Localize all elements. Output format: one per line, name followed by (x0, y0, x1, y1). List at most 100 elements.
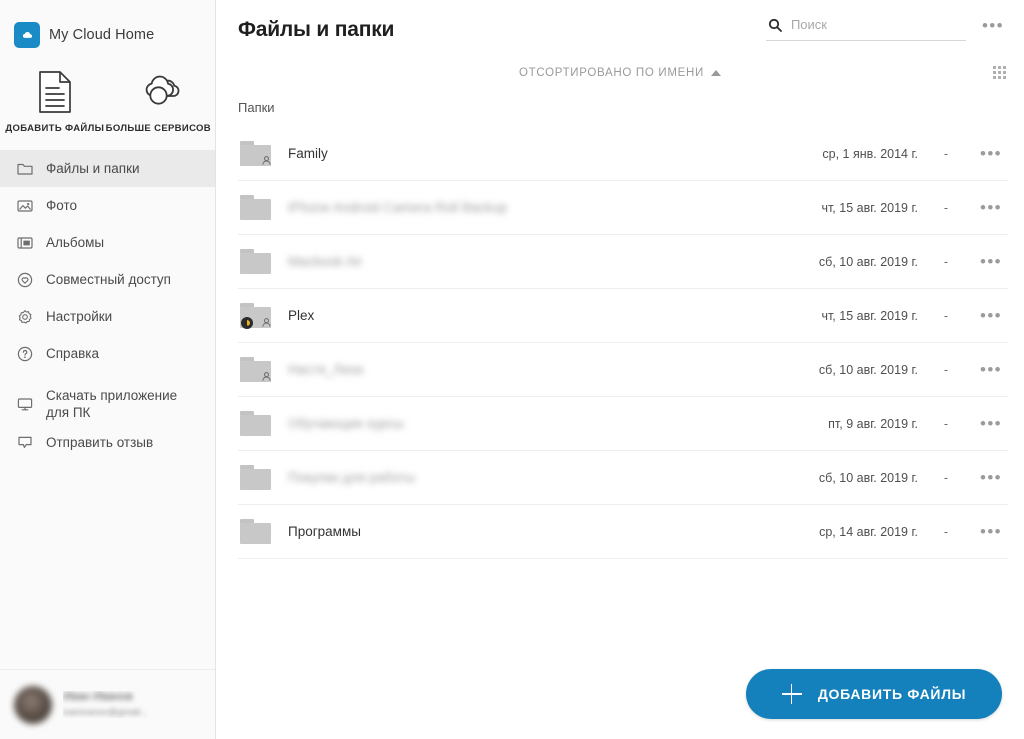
folder-icon (238, 247, 274, 277)
sidebar-item-settings[interactable]: Настройки (0, 298, 215, 335)
question-circle-icon (14, 346, 36, 362)
row-size: - (943, 146, 949, 161)
sidebar-item-label: Альбомы (46, 235, 105, 250)
row-overflow-menu-icon[interactable]: ••• (974, 523, 1008, 540)
row-date: сб, 10 авг. 2019 г. (818, 362, 918, 377)
sort-ascending-arrow-icon (711, 70, 722, 76)
sidebar-item-label: Файлы и папки (46, 161, 140, 176)
add-files-button[interactable]: ДОБАВИТЬ ФАЙЛЫ (746, 669, 1002, 719)
page-title: Файлы и папки (238, 18, 395, 41)
quick-action-add-files[interactable]: ДОБАВИТЬ ФАЙЛЫ (4, 68, 106, 134)
profile-text: Иван Иванов ivanivanov@gmail... (63, 691, 148, 718)
sidebar-item-files-and-folders[interactable]: Файлы и папки (0, 150, 215, 187)
sidebar-item-download-desktop-app[interactable]: Скачать приложение для ПК (0, 384, 215, 424)
sidebar-item-help[interactable]: Справка (0, 335, 215, 372)
folder-list: Family ср, 1 янв. 2014 г. - ••• iPhone A… (216, 127, 1024, 559)
row-date: ср, 14 авг. 2019 г. (819, 524, 918, 539)
table-row[interactable]: Программы ср, 14 авг. 2019 г. - ••• (238, 505, 1008, 559)
quick-action-label: БОЛЬШЕ СЕРВИСОВ (105, 123, 211, 134)
album-icon (14, 236, 36, 250)
media-badge-icon (241, 316, 253, 329)
row-overflow-menu-icon[interactable]: ••• (974, 307, 1008, 324)
sidebar-item-albums[interactable]: Альбомы (0, 224, 215, 261)
row-overflow-menu-icon[interactable]: ••• (974, 199, 1008, 216)
row-name: iPhone Android Camera Roll Backup (288, 200, 508, 215)
row-size: - (943, 200, 949, 215)
clouds-icon (106, 68, 211, 116)
sidebar: My Cloud Home ДОБАВИТЬ ФАЙЛЫ БОЛЬШЕ СЕРВ… (0, 0, 216, 739)
sidebar-nav: Файлы и папки Фото Альбомы Совместный до… (0, 150, 215, 461)
plus-icon (781, 684, 802, 704)
grid-view-icon[interactable] (989, 62, 1010, 83)
search-input[interactable] (790, 17, 966, 32)
row-date: чт, 15 авг. 2019 г. (821, 308, 918, 323)
row-size: - (943, 524, 949, 539)
sidebar-item-label: Справка (46, 346, 99, 361)
quick-action-label: ДОБАВИТЬ ФАЙЛЫ (5, 123, 105, 134)
row-date: чт, 15 авг. 2019 г. (821, 200, 918, 215)
quick-actions: ДОБАВИТЬ ФАЙЛЫ БОЛЬШЕ СЕРВИСОВ (0, 68, 215, 134)
table-row[interactable]: Plex чт, 15 авг. 2019 г. - ••• (238, 289, 1008, 343)
sidebar-item-label: Фото (46, 198, 78, 213)
table-row[interactable]: Обучающие курсы пт, 9 авг. 2019 г. - ••• (238, 397, 1008, 451)
row-date: пт, 9 авг. 2019 г. (828, 416, 918, 431)
gear-icon (14, 309, 36, 325)
sort-label: ОТСОРТИРОВАНО ПО ИМЕНИ (518, 67, 705, 79)
person-badge-icon (262, 317, 271, 327)
sort-toolbar: ОТСОРТИРОВАНО ПО ИМЕНИ (216, 56, 1024, 90)
user-profile[interactable]: Иван Иванов ivanivanov@gmail... (0, 669, 215, 739)
nav-divider-space (0, 372, 215, 384)
row-name: Plex (288, 308, 315, 323)
profile-email: ivanivanov@gmail... (63, 707, 149, 718)
add-files-button-label: ДОБАВИТЬ ФАЙЛЫ (817, 686, 967, 702)
row-size: - (943, 470, 949, 485)
folder-shared-icon (238, 139, 274, 169)
table-row[interactable]: Настя_Лиза сб, 10 авг. 2019 г. - ••• (238, 343, 1008, 397)
search-field[interactable] (765, 17, 966, 41)
search-icon (766, 18, 784, 32)
row-size: - (943, 416, 949, 431)
row-overflow-menu-icon[interactable]: ••• (974, 415, 1008, 432)
row-name: Настя_Лиза (288, 362, 364, 377)
profile-name: Иван Иванов (63, 691, 133, 703)
row-overflow-menu-icon[interactable]: ••• (974, 253, 1008, 270)
folder-icon (238, 517, 274, 547)
row-size: - (943, 254, 949, 269)
row-name: Macbook Air (288, 254, 363, 269)
sidebar-item-label: Совместный доступ (46, 272, 171, 287)
row-overflow-menu-icon[interactable]: ••• (974, 469, 1008, 486)
row-date: сб, 10 авг. 2019 г. (818, 470, 918, 485)
brand[interactable]: My Cloud Home (0, 0, 215, 52)
folder-icon (238, 409, 274, 439)
row-name: Программы (288, 524, 361, 539)
table-row[interactable]: iPhone Android Camera Roll Backup чт, 15… (238, 181, 1008, 235)
app-window: My Cloud Home ДОБАВИТЬ ФАЙЛЫ БОЛЬШЕ СЕРВ… (0, 0, 1024, 739)
table-row[interactable]: Покупки для работы сб, 10 авг. 2019 г. -… (238, 451, 1008, 505)
sidebar-item-photos[interactable]: Фото (0, 187, 215, 224)
row-date: сб, 10 авг. 2019 г. (818, 254, 918, 269)
main-content: Файлы и папки ••• ОТСОРТИРОВАНО ПО ИМЕНИ (216, 0, 1024, 739)
header-overflow-menu-icon[interactable]: ••• (978, 17, 1008, 35)
section-label-folders: Папки (238, 100, 275, 115)
row-overflow-menu-icon[interactable]: ••• (974, 145, 1008, 162)
sidebar-item-label: Отправить отзыв (46, 435, 154, 450)
table-row[interactable]: Family ср, 1 янв. 2014 г. - ••• (238, 127, 1008, 181)
quick-action-more-services[interactable]: БОЛЬШЕ СЕРВИСОВ (106, 68, 211, 134)
row-name: Family (288, 146, 328, 161)
sort-button[interactable]: ОТСОРТИРОВАНО ПО ИМЕНИ (518, 67, 722, 79)
sidebar-item-shared-access[interactable]: Совместный доступ (0, 261, 215, 298)
speech-bubble-icon (14, 435, 36, 450)
photo-icon (14, 199, 36, 213)
document-lines-icon (4, 68, 106, 116)
person-badge-icon (262, 371, 271, 381)
row-overflow-menu-icon[interactable]: ••• (974, 361, 1008, 378)
row-size: - (943, 308, 949, 323)
folder-icon (238, 193, 274, 223)
sidebar-item-send-feedback[interactable]: Отправить отзыв (0, 424, 215, 461)
table-row[interactable]: Macbook Air сб, 10 авг. 2019 г. - ••• (238, 235, 1008, 289)
row-name: Покупки для работы (288, 470, 416, 485)
brand-name: My Cloud Home (49, 27, 155, 43)
heart-circle-icon (14, 272, 36, 288)
folder-shared-media-icon (238, 301, 274, 331)
sidebar-item-label: Скачать приложение для ПК (46, 388, 178, 420)
